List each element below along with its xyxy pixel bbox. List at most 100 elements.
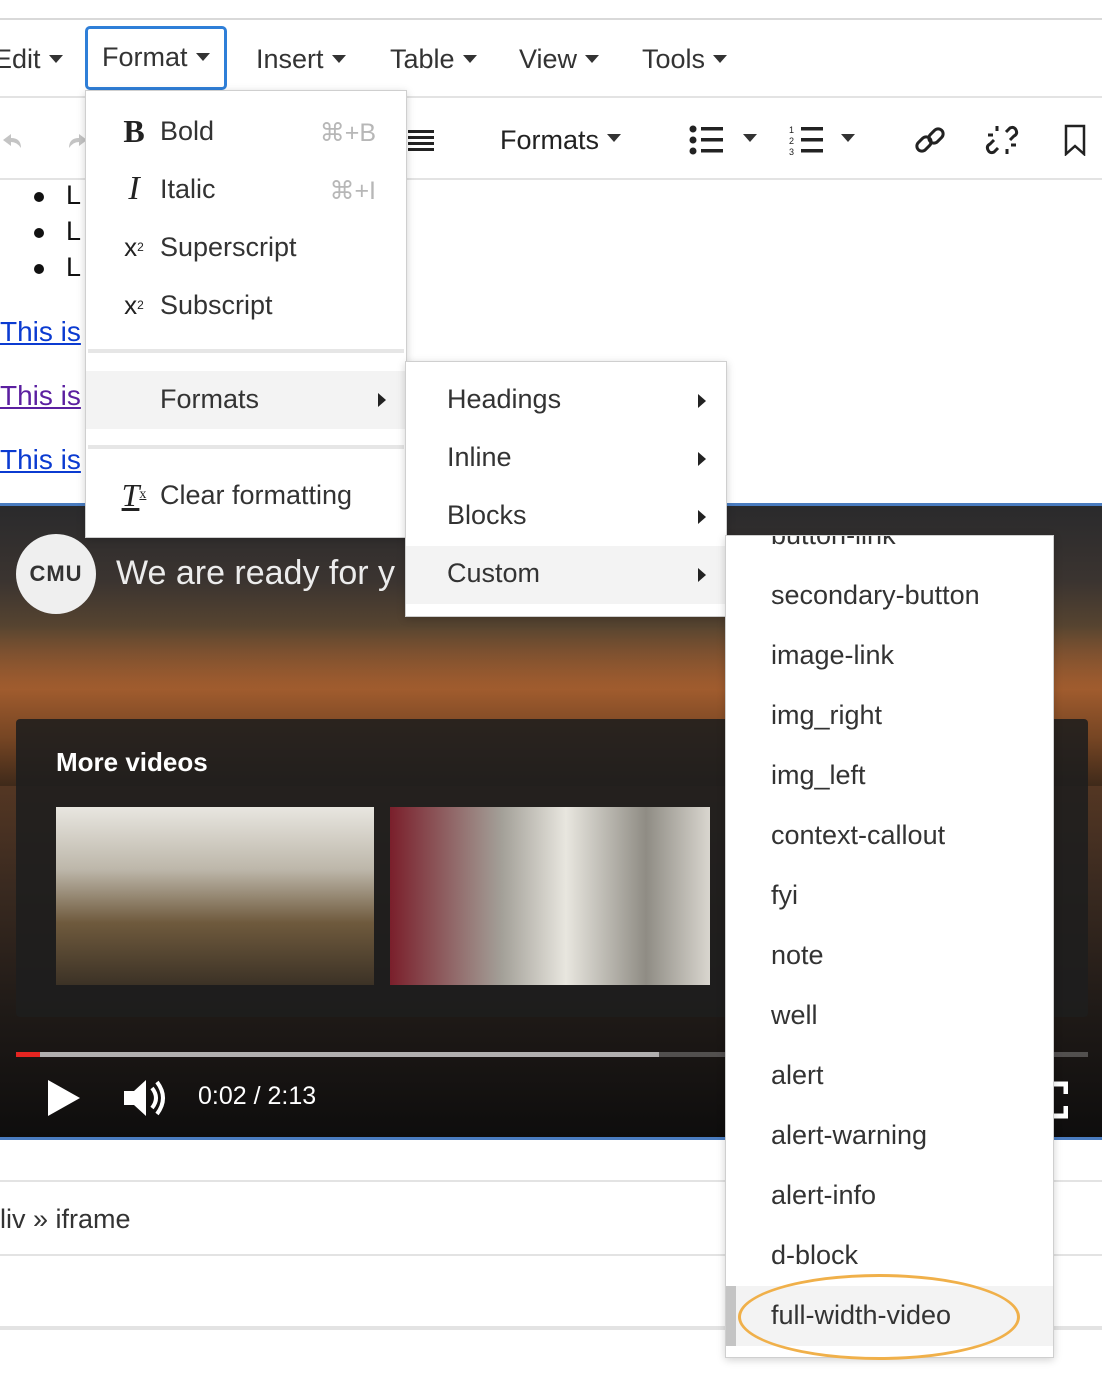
superscript-icon: x2	[124, 231, 144, 262]
custom-item-label: context-callout	[771, 820, 946, 850]
content-link[interactable]: This is	[0, 316, 81, 348]
chevron-right-icon	[698, 510, 706, 524]
channel-logo[interactable]: CMU	[16, 534, 96, 614]
bookmark-button[interactable]	[1060, 100, 1090, 180]
bullet-list-icon	[689, 125, 723, 155]
bullet-list-options[interactable]	[738, 100, 762, 180]
menu-format[interactable]: Format	[85, 26, 227, 90]
volume-icon[interactable]	[122, 1076, 170, 1120]
submenu-item-label: Blocks	[447, 500, 527, 530]
menu-item-italic[interactable]: I Italic ⌘+I	[86, 161, 406, 219]
list-bullet	[34, 228, 44, 238]
menu-item-clear-formatting[interactable]: Tx Clear formatting	[86, 467, 406, 525]
submenu-item-inline[interactable]: Inline	[406, 430, 726, 488]
menu-insert[interactable]: Insert	[256, 28, 346, 90]
menu-view[interactable]: View	[519, 28, 600, 90]
chevron-down-icon	[585, 54, 600, 63]
chevron-right-icon	[698, 394, 706, 408]
submenu-item-headings[interactable]: Headings	[406, 372, 726, 430]
chevron-down-icon	[607, 134, 622, 142]
insert-link-button[interactable]	[910, 100, 950, 180]
video-progress-played	[16, 1052, 40, 1057]
custom-item-alert-warning[interactable]: alert-warning	[726, 1106, 1053, 1166]
chevron-right-icon	[698, 568, 706, 582]
custom-item-image-link[interactable]: image-link	[726, 626, 1053, 686]
chevron-right-icon	[378, 393, 386, 407]
numbered-list-button[interactable]: 123	[786, 100, 826, 180]
align-justify-icon	[408, 130, 434, 151]
menu-item-label: Subscript	[160, 290, 273, 320]
bold-icon: B	[123, 112, 145, 149]
submenu-item-custom[interactable]: Custom	[406, 546, 726, 604]
video-title[interactable]: We are ready for y	[116, 554, 395, 593]
video-thumbnail[interactable]	[390, 807, 710, 985]
chevron-down-icon	[713, 54, 728, 63]
element-path[interactable]: liv » iframe	[0, 1204, 131, 1235]
undo-button[interactable]	[0, 100, 24, 180]
menu-item-formats[interactable]: Formats	[86, 371, 406, 429]
menu-format-label: Format	[102, 42, 188, 72]
custom-item-secondary-button[interactable]: secondary-button	[726, 566, 1053, 626]
custom-item-context-callout[interactable]: context-callout	[726, 806, 1053, 866]
play-icon[interactable]	[44, 1078, 84, 1118]
submenu-item-blocks[interactable]: Blocks	[406, 488, 726, 546]
menu-item-bold[interactable]: B Bold ⌘+B	[86, 103, 406, 161]
clear-formatting-icon: Tx	[121, 476, 147, 513]
menu-table[interactable]: Table	[390, 28, 477, 90]
custom-item-alert-info[interactable]: alert-info	[726, 1166, 1053, 1226]
custom-submenu[interactable]: button-link secondary-button image-link …	[725, 535, 1054, 1358]
custom-item-label: secondary-button	[771, 580, 980, 610]
content-link[interactable]: This is	[0, 444, 81, 476]
chevron-down-icon	[195, 52, 210, 61]
content-link-visited[interactable]: This is	[0, 380, 81, 412]
chevron-right-icon	[698, 452, 706, 466]
subscript-icon: x2	[124, 289, 144, 320]
chevron-down-icon	[331, 54, 346, 63]
menu-edit[interactable]: Edit	[0, 28, 63, 90]
remove-link-button[interactable]	[982, 100, 1022, 180]
list-bullet	[34, 264, 44, 274]
custom-item-label: well	[771, 1000, 818, 1030]
custom-item-alert[interactable]: alert	[726, 1046, 1053, 1106]
svg-text:2: 2	[789, 136, 794, 146]
menu-insert-label: Insert	[256, 44, 324, 74]
bullet-list-button[interactable]	[686, 100, 726, 180]
highlight-annotation	[738, 1274, 1020, 1360]
formats-dropdown[interactable]: Formats	[500, 100, 630, 180]
video-thumbnail[interactable]	[56, 807, 374, 985]
custom-item-fyi[interactable]: fyi	[726, 866, 1053, 926]
custom-item-label: img_right	[771, 700, 883, 730]
menu-tools[interactable]: Tools	[642, 28, 728, 90]
custom-item-well[interactable]: well	[726, 986, 1053, 1046]
chevron-down-icon	[48, 54, 63, 63]
custom-item-label: alert	[771, 1060, 824, 1090]
menu-item-subscript[interactable]: x2 Subscript	[86, 277, 406, 335]
menu-item-label: Bold	[160, 116, 215, 146]
submenu-item-label: Headings	[447, 384, 562, 414]
chevron-down-icon	[743, 134, 757, 142]
chevron-down-icon	[462, 54, 477, 63]
custom-item-label: fyi	[771, 880, 798, 910]
custom-item-img-right[interactable]: img_right	[726, 686, 1053, 746]
menu-item-label: Italic	[160, 174, 216, 204]
video-time: 0:02 / 2:13	[198, 1082, 317, 1110]
custom-item-note[interactable]: note	[726, 926, 1053, 986]
custom-submenu-scrollbar[interactable]	[726, 1286, 736, 1346]
list-bullet	[34, 192, 44, 202]
align-justify-button[interactable]	[406, 100, 436, 180]
menu-edit-label: Edit	[0, 44, 41, 74]
custom-item-img-left[interactable]: img_left	[726, 746, 1053, 806]
menu-item-label: Superscript	[160, 232, 297, 262]
link-icon	[915, 127, 945, 153]
formats-submenu: Headings Inline Blocks Custom	[405, 361, 727, 617]
menu-item-label: Formats	[160, 384, 260, 414]
menu-item-superscript[interactable]: x2 Superscript	[86, 219, 406, 277]
numbered-list-options[interactable]	[836, 100, 860, 180]
list-item: L	[66, 180, 82, 210]
unlink-icon	[985, 125, 1019, 155]
menubar: Edit Format Insert Table View Tools	[0, 20, 1102, 98]
custom-item-button-link[interactable]: button-link	[726, 536, 1053, 566]
list-item: L	[66, 252, 82, 282]
shortcut-text: ⌘+I	[329, 177, 376, 205]
submenu-item-label: Inline	[447, 442, 512, 472]
